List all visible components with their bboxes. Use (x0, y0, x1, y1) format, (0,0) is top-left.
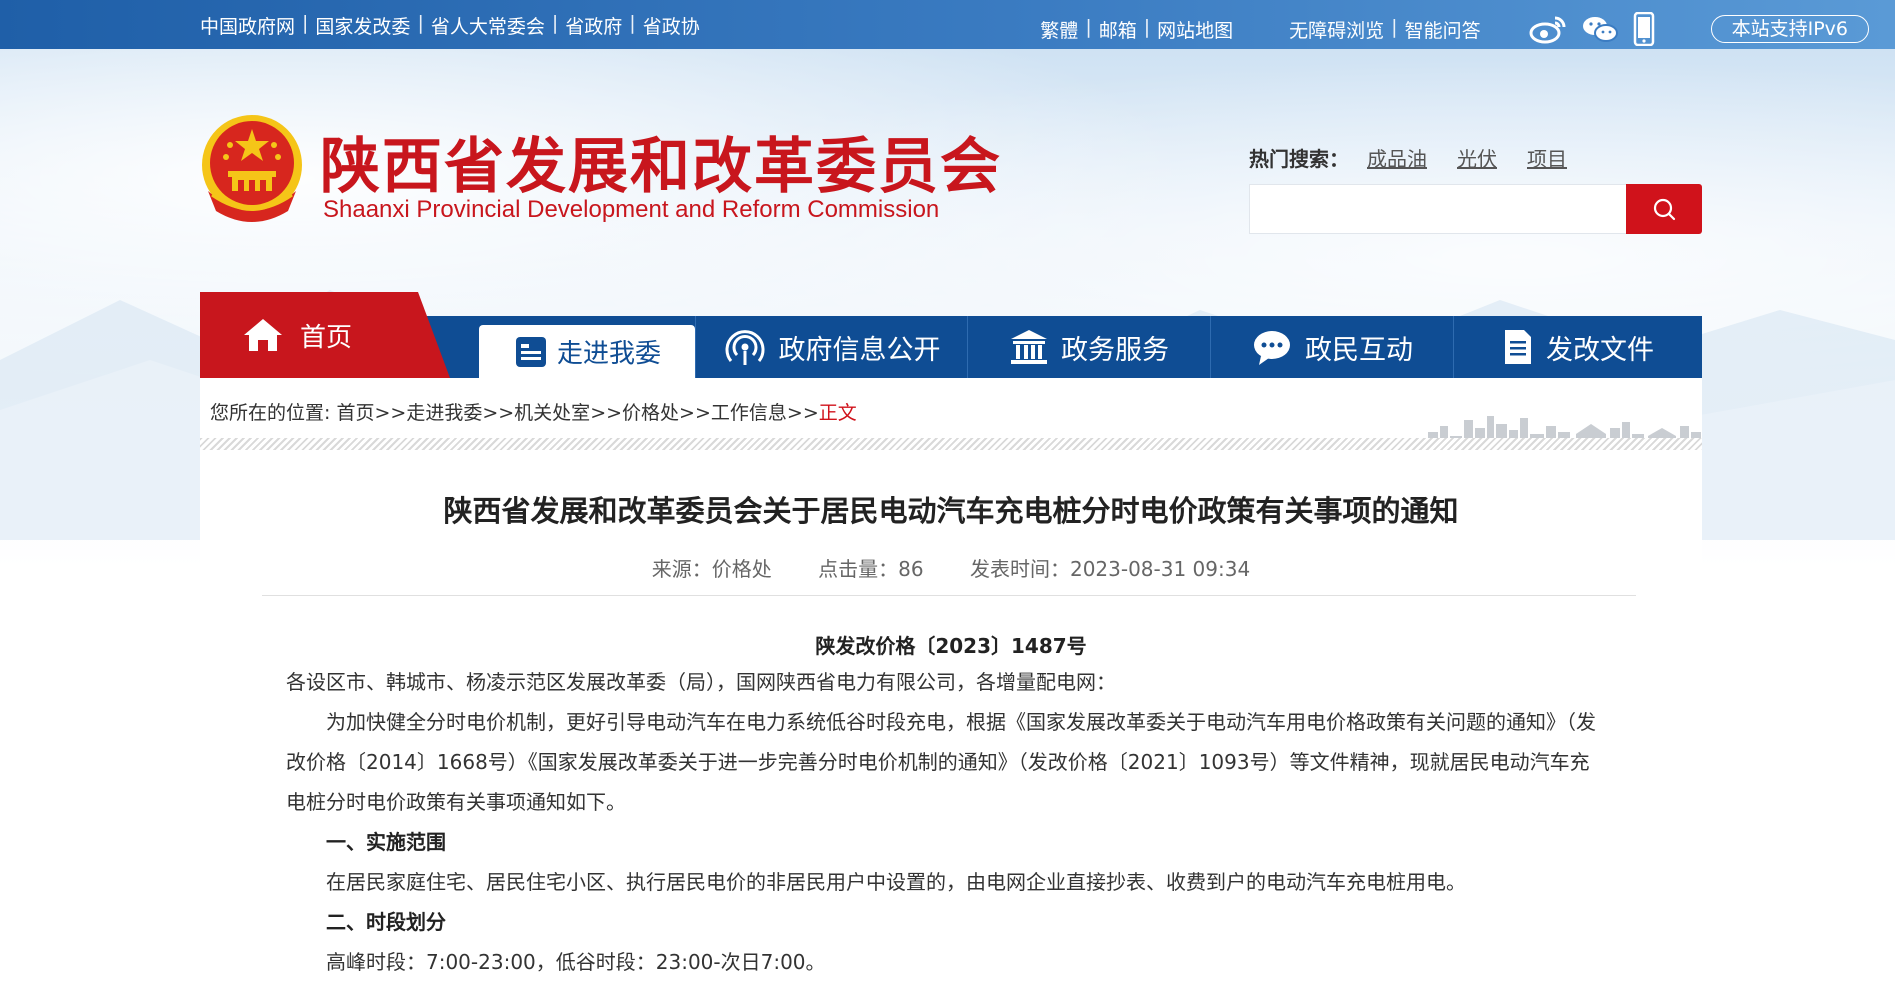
ipv6-badge[interactable]: 本站支持IPv6 (1710, 15, 1869, 43)
nav-gov-service[interactable]: 政务服务 (967, 316, 1210, 378)
nav-documents-label: 发改文件 (1546, 334, 1654, 366)
nav-about-label: 走进我委 (556, 339, 661, 369)
site-title: 陕西省发展和改革委员会 (320, 132, 1002, 202)
mobile-icon[interactable] (1633, 12, 1655, 46)
national-emblem-icon (202, 115, 302, 222)
site-subtitle: Shaanxi Provincial Development and Refor… (323, 196, 940, 223)
top-right-links: 繁體 | 邮箱 | 网站地图 无障碍浏览 | 智能问答 本站支持IPv6 (1040, 12, 1895, 46)
link-smart-qa[interactable]: 智能问答 (1405, 16, 1481, 43)
article-source: 来源：价格处 (651, 557, 772, 581)
breadcrumb-item[interactable]: 价格处 (622, 402, 679, 424)
nav-gov-service-label: 政务服务 (1061, 334, 1169, 366)
search-input[interactable] (1250, 185, 1626, 233)
top-utility-bar: 中国政府网 | 国家发改委 | 省人大常委会 | 省政府 | 省政协 繁體 | 邮箱 | 网… (0, 0, 1895, 49)
article-meta: 来源：价格处 点击量：86 发表时间：2023-08-31 09:34 (200, 553, 1702, 582)
article-title: 陕西省发展和改革委员会关于居民电动汽车充电桩分时电价政策有关事项的通知 (443, 494, 1459, 528)
hot-keyword[interactable]: 项目 (1527, 143, 1567, 172)
link-provincial-gov[interactable]: 省政府 (565, 12, 622, 39)
search-box (1249, 184, 1626, 234)
breadcrumb-separator: >> (786, 402, 819, 424)
nav-gov-info[interactable]: 政府信息公开 (695, 316, 967, 378)
meta-divider (262, 595, 1636, 596)
hot-search: 热门搜索： 成品油 光伏 项目 (1249, 143, 1597, 172)
breadcrumb-separator: >> (374, 402, 407, 424)
section-heading: 二、时段划分 (326, 910, 446, 934)
divider-stripe (200, 438, 1702, 450)
hot-keyword[interactable]: 成品油 (1367, 143, 1427, 172)
link-traditional[interactable]: 繁體 (1040, 16, 1078, 43)
link-gov-cn[interactable]: 中国政府网 (200, 12, 295, 39)
link-accessibility[interactable]: 无障碍浏览 (1289, 16, 1384, 43)
article-paragraph: 改价格〔2014〕1668号）《国家发展改革委关于进一步完善分时电价机制的通知》… (286, 750, 1590, 774)
breadcrumb-separator: >> (590, 402, 623, 424)
section-heading: 一、实施范围 (326, 830, 446, 854)
nav-documents[interactable]: 发改文件 (1453, 316, 1702, 378)
broadcast-icon (723, 327, 767, 367)
weibo-icon[interactable] (1529, 14, 1567, 44)
institution-icon (1009, 328, 1049, 366)
article-paragraph: 电桩分时电价政策有关事项通知如下。 (286, 790, 626, 814)
nav-home-label: 首页 (300, 322, 353, 353)
breadcrumb-separator: >> (482, 402, 515, 424)
nav-interaction[interactable]: 政民互动 (1210, 316, 1453, 378)
nav-interaction-label: 政民互动 (1305, 334, 1413, 366)
article-paragraph: 高峰时段：7:00-23:00，低谷时段：23:00-次日7:00。 (326, 950, 826, 974)
link-mail[interactable]: 邮箱 (1099, 16, 1137, 43)
nav-home[interactable]: 首页 (200, 292, 450, 378)
article-paragraph: 在居民家庭住宅、居民住宅小区、执行居民电价的非居民用户中设置的，由电网企业直接抄… (326, 870, 1466, 894)
document-icon (1502, 328, 1534, 366)
home-icon (244, 319, 282, 351)
breadcrumb-item[interactable]: 首页 (336, 402, 374, 424)
hot-search-label: 热门搜索： (1249, 147, 1349, 171)
article-addressee: 各设区市、韩城市、杨凌示范区发展改革委（局），国网陕西省电力有限公司，各增量配电… (286, 670, 1116, 694)
nav-gov-info-label: 政府信息公开 (778, 334, 941, 366)
breadcrumb-prefix: 您所在的位置: (210, 402, 337, 424)
link-sitemap[interactable]: 网站地图 (1157, 16, 1233, 43)
breadcrumb: 您所在的位置: 首页>>走进我委>>机关处室>>价格处>>工作信息>>正文 (210, 398, 857, 425)
search-button[interactable] (1626, 184, 1702, 234)
top-left-links: 中国政府网 | 国家发改委 | 省人大常委会 | 省政府 | 省政协 (200, 12, 700, 39)
link-npc[interactable]: 省人大常委会 (431, 12, 545, 39)
breadcrumb-item[interactable]: 走进我委 (406, 402, 482, 424)
article-published: 发表时间：2023-08-31 09:34 (969, 557, 1251, 581)
link-ndrc[interactable]: 国家发改委 (315, 12, 410, 39)
breadcrumb-item[interactable]: 机关处室 (514, 402, 590, 424)
article-clicks: 点击量：86 (818, 557, 924, 581)
article-paragraph: 为加快健全分时电价机制，更好引导电动汽车在电力系统低谷时段充电，根据《国家发展改… (326, 710, 1596, 734)
hot-keyword[interactable]: 光伏 (1457, 143, 1497, 172)
chat-icon (1251, 328, 1293, 366)
breadcrumb-item[interactable]: 工作信息 (711, 402, 787, 424)
search-icon (1653, 198, 1676, 221)
wechat-icon[interactable] (1581, 14, 1619, 44)
link-cppcc[interactable]: 省政协 (643, 12, 700, 39)
document-number: 陕发改价格〔2023〕1487号 (815, 634, 1087, 658)
nav-about-active[interactable]: 走进我委 (479, 325, 695, 378)
breadcrumb-separator: >> (679, 402, 711, 424)
id-card-icon (513, 334, 549, 370)
breadcrumb-current: 正文 (818, 402, 857, 424)
